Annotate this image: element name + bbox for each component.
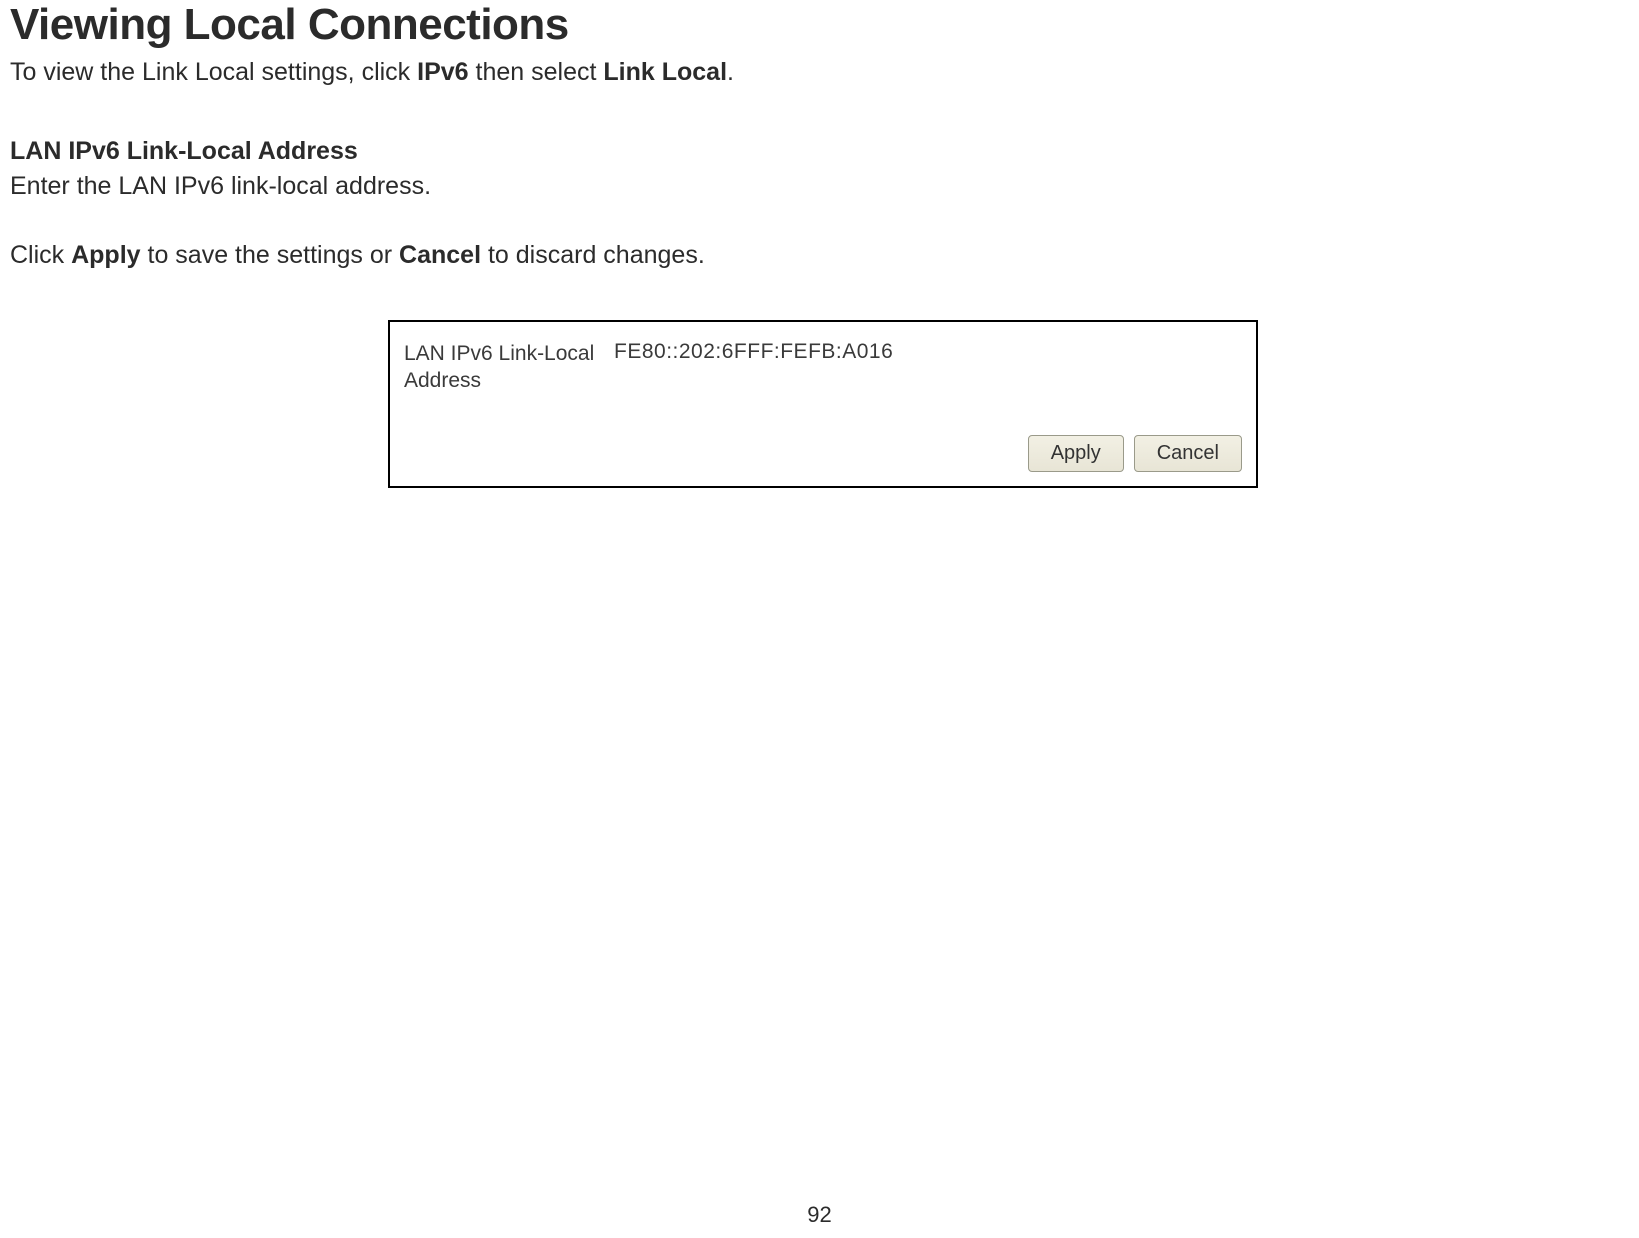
intro-suffix: . — [727, 58, 734, 86]
section-subheading: LAN IPv6 Link-Local Address — [10, 137, 1629, 166]
setting-label: LAN IPv6 Link-Local Address — [404, 340, 614, 395]
apply-button[interactable]: Apply — [1028, 435, 1124, 472]
cancel-button[interactable]: Cancel — [1134, 435, 1242, 472]
page-title: Viewing Local Connections — [10, 0, 1629, 50]
intro-ipv6: IPv6 — [417, 58, 468, 86]
button-row: Apply Cancel — [404, 435, 1242, 472]
instruction-prefix: Click — [10, 241, 71, 269]
instruction-suffix: to discard changes. — [481, 241, 705, 269]
setting-row: LAN IPv6 Link-Local Address FE80::202:6F… — [404, 340, 1242, 395]
intro-text: To view the Link Local settings, click I… — [10, 58, 1629, 87]
settings-panel: LAN IPv6 Link-Local Address FE80::202:6F… — [388, 320, 1258, 488]
intro-linklocal: Link Local — [603, 58, 727, 86]
setting-value: FE80::202:6FFF:FEFB:A016 — [614, 340, 893, 364]
instruction-mid: to save the settings or — [141, 241, 399, 269]
intro-prefix: To view the Link Local settings, click — [10, 58, 417, 86]
section-body: Enter the LAN IPv6 link-local address. — [10, 172, 1629, 201]
instruction-apply: Apply — [71, 241, 140, 269]
instruction-cancel: Cancel — [399, 241, 481, 269]
intro-mid: then select — [469, 58, 604, 86]
instruction-text: Click Apply to save the settings or Canc… — [10, 241, 1629, 270]
page-number: 92 — [807, 1202, 831, 1228]
